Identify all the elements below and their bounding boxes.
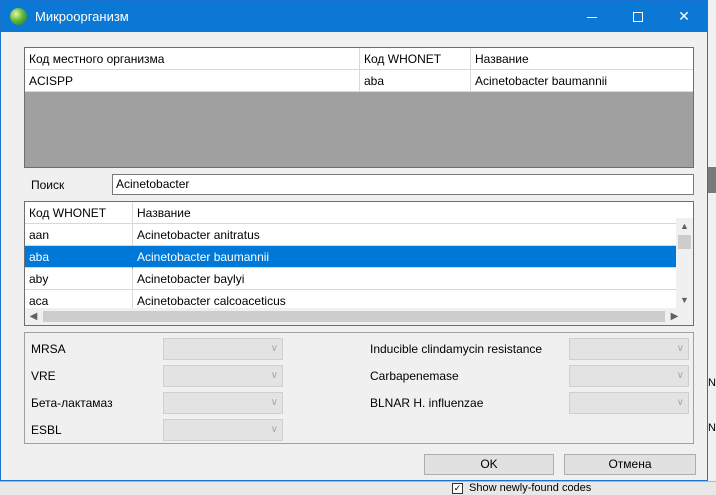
cell-name: Acinetobacter baumannii [137,250,270,264]
local-organism-grid[interactable]: Код местного организма Код WHONET Назван… [24,47,694,168]
vre-label: VRE [31,369,56,383]
chevron-down-icon: ∨ [676,397,684,408]
organism-list-grid[interactable]: Код WHONET Название aan Acinetobacter an… [24,201,694,326]
chevron-left-icon[interactable]: ◀ [25,308,42,325]
chevron-up-icon[interactable]: ▲ [676,218,693,234]
chevron-down-icon: ∨ [270,424,278,435]
background-text: N [708,422,716,434]
table-row[interactable]: ACISPP aba Acinetobacter baumannii [25,70,693,92]
column-header-name[interactable]: Название [133,202,677,224]
cell-local-code[interactable]: ACISPP [25,70,360,92]
minimize-icon [587,16,597,18]
background-window-right: N N [708,32,716,495]
chevron-down-icon: ∨ [676,370,684,381]
cell-whonet-code[interactable]: aba [360,70,471,92]
mrsa-label: MRSA [31,342,66,356]
list-item[interactable]: aby Acinetobacter baylyi [25,268,677,290]
background-toolbar-strip [708,167,716,193]
microorganism-dialog: Микроорганизм ✕ Код местного организма К… [0,0,708,481]
background-window-bottom: ✓ Show newly-found codes [0,481,716,495]
carbapenemase-label: Carbapenemase [370,369,459,383]
chevron-down-icon: ∨ [676,343,684,354]
chevron-down-icon: ∨ [270,343,278,354]
scroll-thumb[interactable] [43,311,665,322]
inducible-clindamycin-select[interactable]: ∨ [569,338,689,360]
column-header-name[interactable]: Название [471,48,693,70]
esbl-label: ESBL [31,423,62,437]
chevron-right-icon[interactable]: ▶ [666,308,683,325]
properties-group: MRSA ∨ VRE ∨ Бета-лактамаз ∨ ESBL ∨ Indu… [24,332,694,444]
background-text: N [708,377,716,389]
search-label: Поиск [31,178,65,192]
list-item[interactable]: aan Acinetobacter anitratus [25,224,677,246]
title-bar[interactable]: Микроорганизм ✕ [1,1,707,32]
cell-name[interactable]: Acinetobacter baumannii [471,70,693,92]
inducible-clindamycin-label: Inducible clindamycin resistance [370,342,543,356]
blnar-label: BLNAR H. influenzae [370,396,484,410]
cell-whonet-code: aan [25,224,133,246]
cell-whonet-code: aby [25,268,133,290]
beta-lactamase-select[interactable]: ∨ [163,392,283,414]
maximize-button[interactable] [615,1,661,32]
background-checkbox-label: Show newly-found codes [469,482,592,494]
ok-button[interactable]: OK [424,454,554,475]
maximize-icon [633,12,643,23]
checkbox-icon: ✓ [452,483,463,494]
blnar-select[interactable]: ∨ [569,392,689,414]
column-header-whonet-code[interactable]: Код WHONET [360,48,471,70]
cancel-button[interactable]: Отмена [564,454,696,475]
globe-icon [10,8,27,25]
horizontal-scrollbar[interactable]: ◀ ▶ [25,308,693,325]
column-header-whonet-code[interactable]: Код WHONET [25,202,133,224]
carbapenemase-select[interactable]: ∨ [569,365,689,387]
chevron-down-icon[interactable]: ▼ [676,292,693,308]
minimize-button[interactable] [569,1,615,32]
cell-name: Acinetobacter anitratus [137,228,260,242]
list-item-selected[interactable]: aba Acinetobacter baumannii [25,246,677,268]
grid-header-row: Код местного организма Код WHONET Назван… [25,48,693,70]
list-header-row: Код WHONET Название [25,202,677,224]
chevron-down-icon: ∨ [270,370,278,381]
chevron-down-icon: ∨ [270,397,278,408]
beta-lactamase-label: Бета-лактамаз [31,396,113,410]
cell-whonet-code: aba [25,246,133,268]
vertical-scrollbar[interactable]: ▲ ▼ [676,218,693,308]
window-title: Микроорганизм [35,9,129,24]
vre-select[interactable]: ∨ [163,365,283,387]
scroll-thumb[interactable] [678,235,691,249]
search-input[interactable]: Acinetobacter [112,174,694,195]
cell-name: Acinetobacter baylyi [137,272,245,286]
close-button[interactable]: ✕ [661,1,707,32]
esbl-select[interactable]: ∨ [163,419,283,441]
mrsa-select[interactable]: ∨ [163,338,283,360]
column-header-local-code[interactable]: Код местного организма [25,48,360,70]
